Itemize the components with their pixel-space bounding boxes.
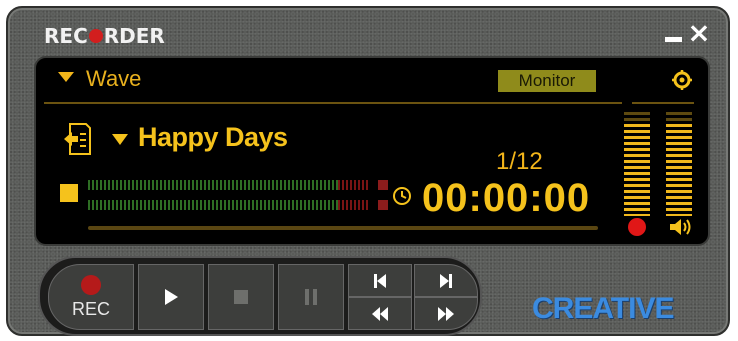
title-part-1: REC [44,24,88,48]
elapsed-time: 00:00:00 [422,176,591,220]
app-title: REC RDER [44,24,165,48]
level-meter-bottom [88,200,388,210]
title-part-2: RDER [103,24,165,48]
fast-forward-icon [438,306,454,321]
fast-forward-button[interactable] [414,297,478,330]
previous-track-button[interactable] [348,264,412,297]
play-button[interactable] [138,264,204,330]
rewind-icon [372,306,388,321]
previous-track-icon [374,273,386,288]
clock-icon [393,187,411,205]
vu-inactive-segment [666,112,692,123]
record-icon [81,274,101,295]
file-open-icon[interactable] [62,122,92,156]
transport-controls: REC [38,256,482,336]
recorder-window: REC RDER × Wave Monitor Happy Days 1/12 … [6,6,730,336]
source-label[interactable]: Wave [86,66,141,92]
peak-indicator [378,200,388,210]
vu-meter-right [666,112,692,216]
source-bar: Wave Monitor [36,58,708,102]
record-button[interactable]: REC [48,264,134,330]
vu-inactive-segment [624,112,650,123]
track-counter: 1/12 [496,148,543,175]
recorder-display: Wave Monitor Happy Days 1/12 00:00:00 [34,56,710,246]
monitor-button[interactable]: Monitor [498,70,596,92]
source-dropdown-arrow-icon[interactable] [58,72,74,82]
volume-icon[interactable] [668,216,692,238]
track-dropdown-arrow-icon[interactable] [112,134,128,145]
creative-logo: CREATIVE [532,292,674,325]
minimize-icon [664,36,682,42]
stop-icon [234,290,248,304]
close-button[interactable]: × [686,16,712,49]
minimize-button[interactable] [660,20,686,46]
record-label: REC [71,298,110,319]
stop-button[interactable] [208,264,274,330]
stop-status-icon [60,184,78,202]
record-dot-icon [88,29,103,43]
next-track-icon [440,273,452,288]
close-icon: × [687,16,711,49]
peak-indicator [378,180,388,190]
next-track-button[interactable] [414,264,478,297]
rewind-button[interactable] [348,297,412,330]
play-icon [165,289,178,305]
level-meter-top [88,180,388,190]
divider [632,102,694,104]
track-title[interactable]: Happy Days [138,122,288,153]
peak-segment [338,180,368,190]
record-level-icon[interactable] [628,218,646,236]
title-bar[interactable]: REC RDER [44,24,165,50]
peak-segment [338,200,368,210]
divider [44,102,622,104]
position-slider[interactable] [88,226,598,230]
vu-meter-left [624,112,650,216]
pause-icon [305,289,317,305]
settings-gear-icon[interactable] [672,70,692,90]
pause-button[interactable] [278,264,344,330]
